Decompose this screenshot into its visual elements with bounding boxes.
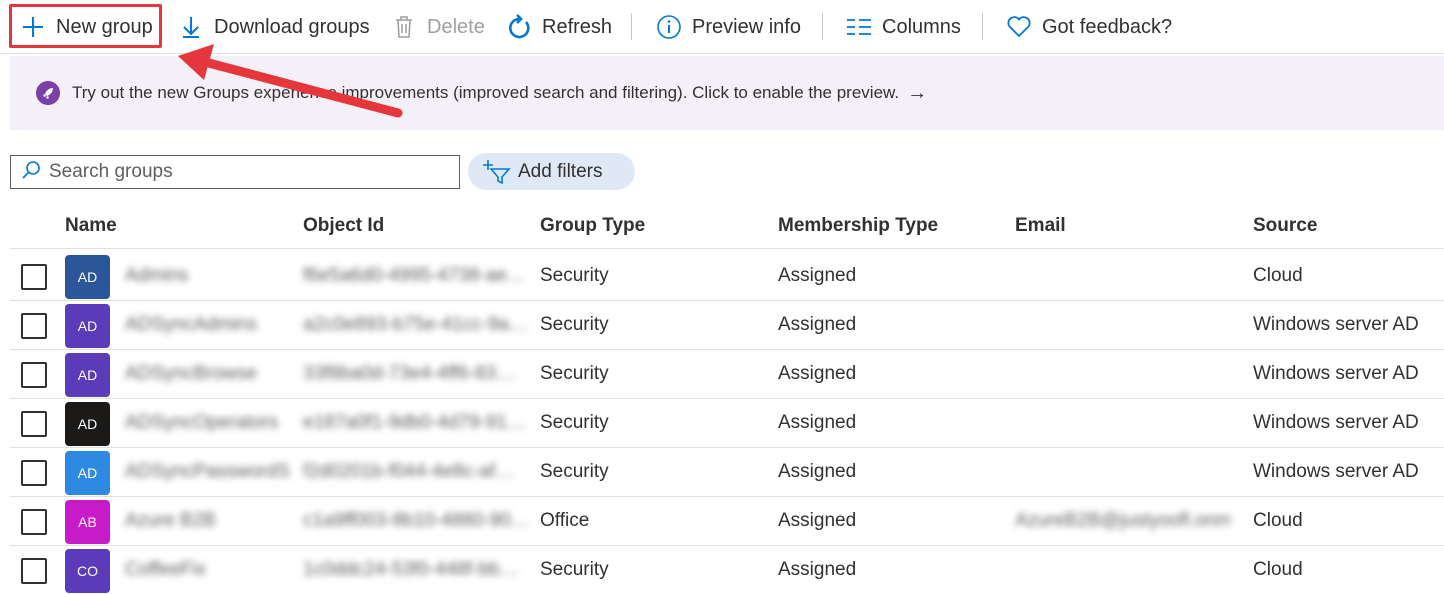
- refresh-button[interactable]: Refresh: [506, 8, 612, 46]
- group-avatar: AD: [65, 353, 110, 397]
- command-bar: New group Download groups Delete Refresh…: [0, 0, 1444, 54]
- object-id-cell: c1a9ff003-8b10-4880-90…: [303, 510, 530, 531]
- arrow-right-icon: →: [907, 81, 928, 104]
- preview-info-label: Preview info: [692, 15, 801, 38]
- email-cell: AzureB2B@justyoofl.onmicrosoft.com: [1015, 510, 1230, 531]
- delete-label: Delete: [427, 15, 485, 38]
- object-id-cell: a2c0e893-b75e-41cc-9a…: [303, 314, 528, 335]
- new-group-highlight-box: [9, 4, 162, 48]
- group-type-cell: Security: [540, 363, 609, 384]
- group-avatar: AD: [65, 304, 110, 348]
- membership-type-cell: Assigned: [778, 559, 857, 580]
- group-name-link[interactable]: ADSyncAdmins: [125, 314, 290, 336]
- membership-type-cell: Assigned: [778, 412, 857, 433]
- row-checkbox[interactable]: [21, 460, 47, 486]
- membership-type-cell: Assigned: [778, 510, 857, 531]
- header-object-id[interactable]: Object Id: [303, 215, 384, 237]
- group-avatar: AB: [65, 500, 110, 544]
- header-membership-type[interactable]: Membership Type: [778, 215, 938, 237]
- banner-text: Try out the new Groups experience improv…: [72, 83, 900, 102]
- feedback-label: Got feedback?: [1042, 15, 1173, 38]
- group-name-link[interactable]: CoffeeFix: [125, 559, 290, 581]
- object-id-cell: e187a0f1-9db0-4d79-91…: [303, 412, 526, 433]
- preview-info-button[interactable]: Preview info: [656, 8, 801, 46]
- heart-icon: [1006, 14, 1032, 40]
- table-row[interactable]: CO CoffeeFix 1c0ddc24-53f0-448f-bb… Securit…: [10, 546, 1444, 594]
- add-filters-label: Add filters: [518, 160, 603, 182]
- group-type-cell: Security: [540, 412, 609, 433]
- table-row[interactable]: AD ADSyncPasswordSet f2d0201b-f044-4e8c-af…: [10, 448, 1444, 497]
- group-type-cell: Office: [540, 510, 590, 531]
- membership-type-cell: Assigned: [778, 363, 857, 384]
- group-type-cell: Security: [540, 559, 609, 580]
- search-icon: [21, 160, 41, 185]
- membership-type-cell: Assigned: [778, 314, 857, 335]
- toolbar-divider: [631, 13, 632, 40]
- download-groups-button[interactable]: Download groups: [178, 8, 370, 46]
- header-name[interactable]: Name: [65, 215, 117, 237]
- table-row[interactable]: AD ADSyncAdmins a2c0e893-b75e-41cc-9a… Secu…: [10, 301, 1444, 350]
- row-checkbox[interactable]: [21, 558, 47, 584]
- refresh-label: Refresh: [542, 15, 613, 38]
- toolbar-divider: [822, 13, 823, 40]
- row-checkbox[interactable]: [21, 264, 47, 290]
- membership-type-cell: Assigned: [778, 265, 857, 286]
- row-checkbox[interactable]: [21, 411, 47, 437]
- refresh-icon: [506, 14, 532, 40]
- group-name-link[interactable]: ADSyncPasswordSet: [125, 461, 290, 483]
- row-checkbox[interactable]: [21, 509, 47, 535]
- table-row[interactable]: AB Azure B2B c1a9ff003-8b10-4880-90… Office…: [10, 497, 1444, 546]
- row-checkbox[interactable]: [21, 362, 47, 388]
- group-avatar: CO: [65, 549, 110, 593]
- group-name-link[interactable]: ADSyncOperators: [125, 412, 290, 434]
- rocket-icon: [36, 81, 60, 105]
- group-avatar: AD: [65, 402, 110, 446]
- group-name-link[interactable]: Admins: [125, 265, 290, 287]
- source-cell: Cloud: [1253, 559, 1303, 580]
- download-icon: [178, 14, 204, 40]
- group-avatar: AD: [65, 255, 110, 299]
- search-input[interactable]: [49, 161, 449, 183]
- columns-button[interactable]: Columns: [846, 8, 961, 46]
- download-groups-label: Download groups: [214, 15, 370, 38]
- source-cell: Windows server AD: [1253, 314, 1419, 335]
- source-cell: Windows server AD: [1253, 363, 1419, 384]
- table-row[interactable]: AD Admins f6e5a6d0-4995-4738-ae… Security As…: [10, 252, 1444, 301]
- group-avatar: AD: [65, 451, 110, 495]
- group-type-cell: Security: [540, 461, 609, 482]
- source-cell: Windows server AD: [1253, 461, 1419, 482]
- header-email[interactable]: Email: [1015, 215, 1066, 237]
- object-id-cell: 1c0ddc24-53f0-448f-bb…: [303, 559, 519, 580]
- object-id-cell: f2d0201b-f044-4e8c-af…: [303, 461, 515, 482]
- toolbar-divider: [982, 13, 983, 40]
- group-name-link[interactable]: ADSyncBrowse: [125, 363, 290, 385]
- trash-icon: [391, 14, 417, 40]
- table-row[interactable]: AD ADSyncOperators e187a0f1-9db0-4d79-91… S…: [10, 399, 1444, 448]
- columns-label: Columns: [882, 15, 961, 38]
- header-source[interactable]: Source: [1253, 215, 1317, 237]
- header-group-type[interactable]: Group Type: [540, 215, 645, 237]
- group-name-link[interactable]: Azure B2B: [125, 510, 290, 532]
- source-cell: Windows server AD: [1253, 412, 1419, 433]
- group-type-cell: Security: [540, 314, 609, 335]
- source-cell: Cloud: [1253, 510, 1303, 531]
- row-checkbox[interactable]: [21, 313, 47, 339]
- object-id-cell: f6e5a6d0-4995-4738-ae…: [303, 265, 526, 286]
- source-cell: Cloud: [1253, 265, 1303, 286]
- object-id-cell: 33f8ba0d-73e4-4ff6-83…: [303, 363, 515, 384]
- group-type-cell: Security: [540, 265, 609, 286]
- columns-icon: [846, 14, 872, 40]
- info-icon: [656, 14, 682, 40]
- membership-type-cell: Assigned: [778, 461, 857, 482]
- feedback-button[interactable]: Got feedback?: [1006, 8, 1172, 46]
- delete-button[interactable]: Delete: [391, 8, 485, 46]
- table-row[interactable]: AD ADSyncBrowse 33f8ba0d-73e4-4ff6-83… Secu…: [10, 350, 1444, 399]
- add-filters-button[interactable]: Add filters: [468, 153, 635, 190]
- preview-banner[interactable]: Try out the new Groups experience improv…: [10, 56, 1444, 130]
- search-box[interactable]: [10, 155, 460, 189]
- table-header: Name Object Id Group Type Membership Typ…: [10, 203, 1444, 249]
- filter-add-icon: [482, 159, 512, 185]
